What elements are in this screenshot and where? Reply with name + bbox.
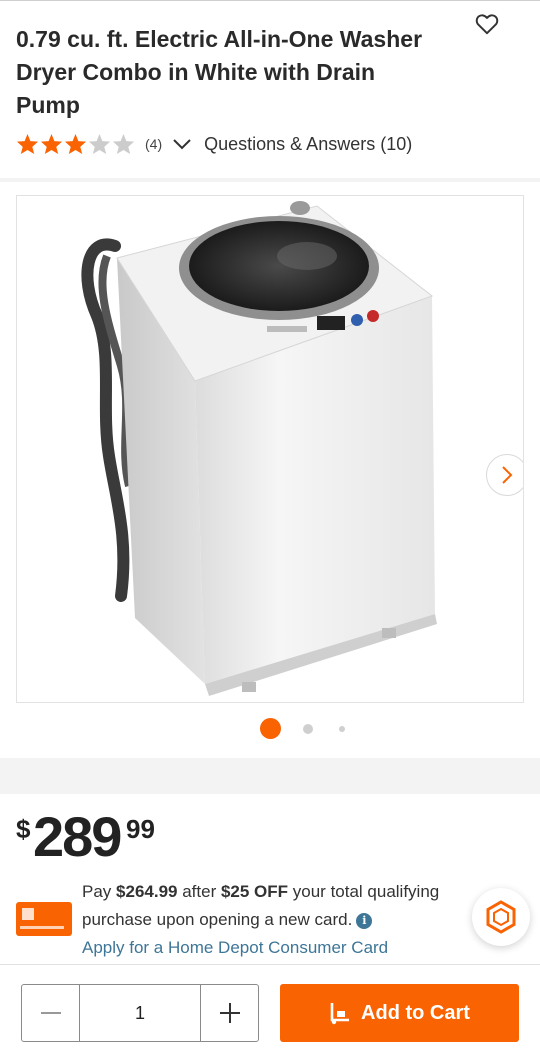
product-page: 0.79 cu. ft. Electric All-in-One Washer … — [0, 0, 540, 1062]
price-currency: $ — [16, 814, 31, 844]
promo-pay-amount: $264.99 — [116, 882, 178, 901]
price-dollars: 289 — [33, 805, 122, 868]
product-title: 0.79 cu. ft. Electric All-in-One Washer … — [16, 26, 423, 118]
carousel-dot-active[interactable] — [260, 718, 281, 739]
star-empty-icon — [88, 133, 111, 155]
star-filled-icon — [16, 133, 39, 155]
chat-button[interactable] — [472, 888, 530, 946]
washer-dryer-image — [81, 201, 437, 696]
plus-icon — [219, 1003, 240, 1023]
increase-quantity-button[interactable] — [201, 985, 258, 1041]
star-filled-icon — [64, 133, 87, 155]
home-depot-logo — [22, 908, 34, 920]
star-empty-icon — [112, 133, 135, 155]
product-image[interactable] — [16, 195, 524, 703]
quantity-input[interactable]: 1 — [79, 985, 201, 1041]
carousel-dot[interactable] — [339, 726, 345, 732]
add-to-cart-button[interactable]: Add to Cart — [280, 984, 519, 1042]
carousel-dot[interactable] — [303, 724, 313, 734]
chevron-down-icon[interactable] — [172, 137, 192, 151]
product-gallery — [0, 182, 540, 758]
carousel-dots — [0, 718, 540, 740]
star-filled-icon — [40, 133, 63, 155]
promo-discount: $25 OFF — [220, 882, 289, 901]
apply-card-link[interactable]: Apply for a Home Depot Consumer Card — [82, 938, 388, 957]
dolly-icon — [330, 1003, 350, 1025]
credit-card-image — [16, 902, 72, 936]
questions-answers-link[interactable]: Questions & Answers (10) — [204, 134, 412, 155]
heart-icon[interactable] — [474, 11, 500, 37]
price-cents: 99 — [126, 814, 155, 844]
chevron-right-icon — [502, 466, 513, 484]
next-image-button[interactable] — [486, 454, 523, 496]
add-to-cart-label: Add to Cart — [361, 1001, 470, 1024]
hexagon-icon — [486, 900, 516, 934]
star-rating — [16, 133, 135, 155]
review-count[interactable]: (4) — [145, 136, 162, 152]
rating-row[interactable]: (4) Questions & Answers (10) — [16, 131, 412, 157]
card-promo-text: Pay $264.99 after $25 OFF your total qua… — [82, 882, 440, 957]
add-to-cart-bar: 1 Add to Cart — [0, 964, 540, 1062]
info-icon[interactable]: i — [356, 913, 373, 929]
quantity-stepper: 1 — [21, 984, 259, 1042]
price-section: $ 289 99 Pay $264.99 after $25 OFF your … — [0, 794, 540, 964]
product-header: 0.79 cu. ft. Electric All-in-One Washer … — [0, 0, 540, 178]
minus-icon — [40, 1012, 61, 1014]
decrease-quantity-button[interactable] — [22, 985, 79, 1041]
